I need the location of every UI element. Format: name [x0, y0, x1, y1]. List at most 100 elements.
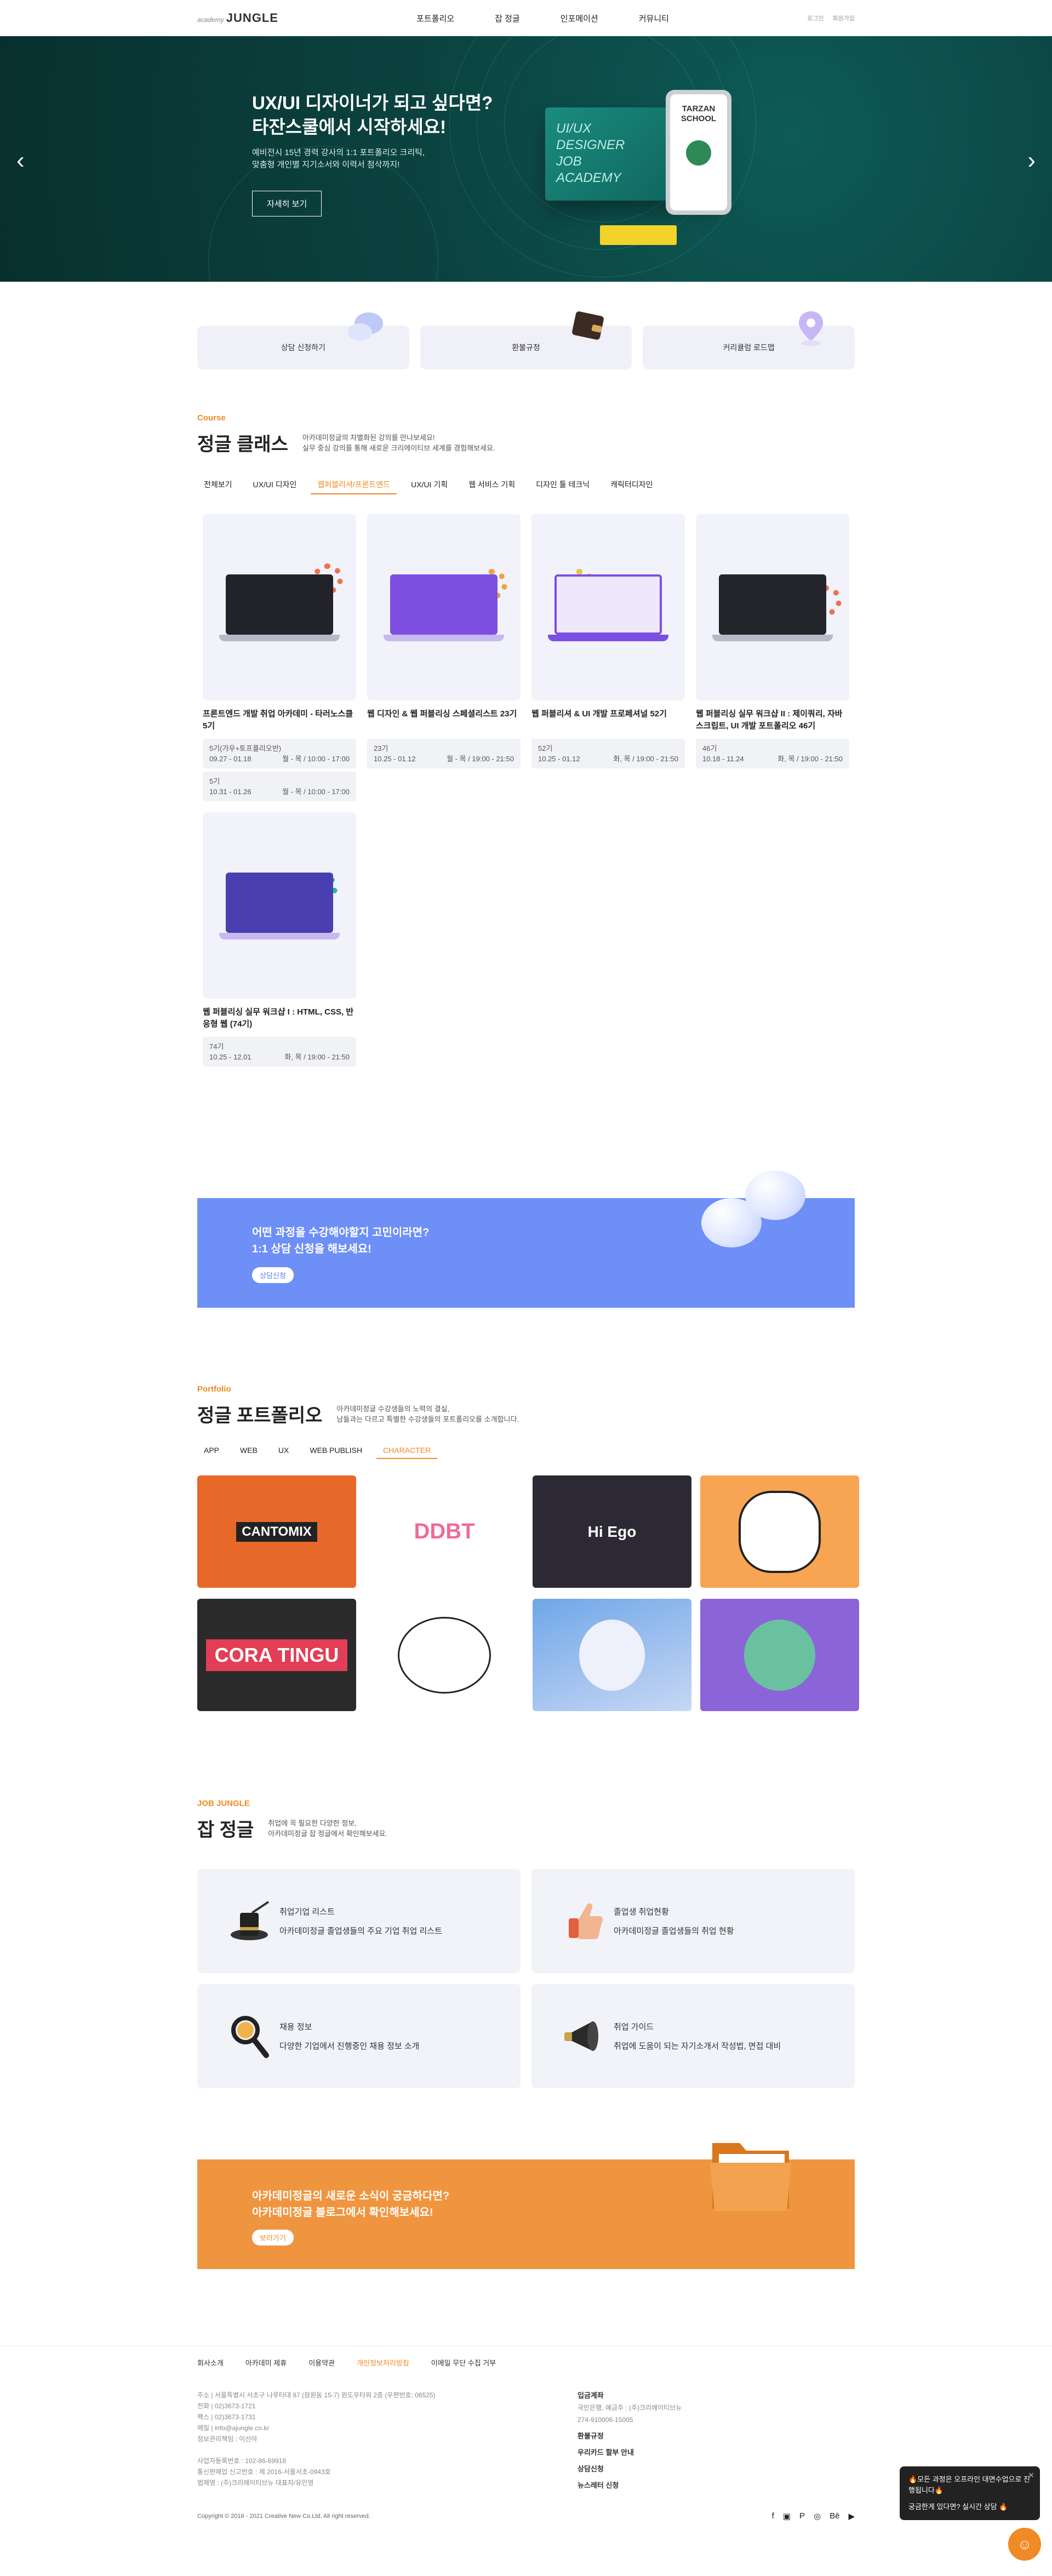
blog-go-button[interactable]: 보러가기 [252, 2230, 294, 2246]
footer-link-company[interactable]: 회사소개 [197, 2357, 224, 2368]
portfolio-item[interactable] [700, 1599, 859, 1711]
tab-web-publisher[interactable]: 웹퍼블리셔/프론트엔드 [311, 476, 397, 494]
tab-web[interactable]: WEB [233, 1443, 264, 1459]
tab-web-service[interactable]: 웹 서비스 기획 [462, 476, 522, 494]
schedule-date: 09.27 - 01.18 [209, 755, 251, 763]
job-card-title: 졸업생 취업현황 [614, 1907, 669, 1917]
tab-uxui-design[interactable]: UX/UI 디자인 [247, 476, 304, 494]
footer-link-partnership[interactable]: 아카데미 제휴 [245, 2357, 287, 2368]
tab-character[interactable]: CHARACTER [376, 1443, 438, 1459]
schedule-time: 화, 목 / 19:00 - 21:50 [284, 1053, 350, 1061]
schedule-label: 74기 [209, 1042, 224, 1051]
tab-all[interactable]: 전체보기 [197, 476, 239, 494]
nav-information[interactable]: 인포메이션 [561, 13, 598, 24]
hero-desc-2: 맞춤형 개인별 지기소서와 이력서 첨삭까지! [252, 160, 400, 169]
footer-refund-link[interactable]: 환불규정 [578, 2430, 682, 2442]
tab-character[interactable]: 캐릭터디자인 [604, 476, 659, 494]
course-schedule: 23기 10.25 - 01.12 월 - 목 / 19:00 - 21:50 [367, 739, 521, 768]
chat-launcher-icon[interactable]: ☺ [1008, 2528, 1041, 2561]
portfolio-item[interactable]: DDBT [365, 1475, 524, 1588]
close-icon[interactable]: ✕ [1028, 2470, 1034, 2481]
portfolio-item[interactable]: CANTOMIX [197, 1475, 356, 1588]
blog-banner: 아카데미정글의 새로운 소식이 궁금하다면? 아카데미정글 블로그에서 확인해보세… [197, 2143, 855, 2269]
tab-ux[interactable]: UX [272, 1443, 295, 1459]
laptop-base [384, 635, 504, 641]
course-thumbnail [203, 812, 356, 999]
nav-community[interactable]: 커뮤니티 [639, 13, 669, 24]
consult-button[interactable]: 상담 신청하기 [197, 312, 409, 369]
portfolio-tag: Portfolio [197, 1384, 231, 1394]
job-card-company-list[interactable]: 취업기업 리스트 아카데미정글 졸업생들의 주요 기업 취업 리스트 [197, 1869, 521, 1973]
schedule-label: 23기 [374, 744, 388, 753]
portfolio-item[interactable] [365, 1599, 524, 1711]
footer-link-email-refuse[interactable]: 이메일 무단 수집 거부 [431, 2357, 496, 2368]
laptop-base [712, 635, 833, 641]
footer-installment-link[interactable]: 우리카드 할부 안내 [578, 2447, 682, 2459]
course-schedule: 74기 10.25 - 12.01 화, 목 / 19:00 - 21:50 [203, 1037, 356, 1067]
logo[interactable]: academy JUNGLE [197, 11, 278, 25]
course-thumbnail [696, 514, 849, 700]
job-card-recruit-info[interactable]: 채용 정보 다양한 기업에서 진행중인 채용 정보 소개 [197, 1984, 521, 2088]
thumbs-up-icon [569, 1903, 603, 1939]
main-nav: 포트폴리오 잡 정글 인포메이션 커뮤니티 [416, 13, 669, 24]
course-title: 웹 퍼블리싱 실무 워크샵 II : 제이쿼리, 자바스크립트, UI 개발 포… [696, 709, 843, 731]
join-link[interactable]: 회원가입 [833, 14, 855, 22]
footer-newsletter-link[interactable]: 뉴스레터 신청 [578, 2480, 682, 2492]
footer-info: 주소 | 서울특별시 서초구 나루터대 87 (잠원동 15-7) 윈도우타워 … [197, 2390, 855, 2492]
footer-consult-link[interactable]: 상담신청 [578, 2463, 682, 2475]
wallet-icon [572, 311, 604, 340]
nav-portfolio[interactable]: 포트폴리오 [416, 13, 454, 24]
banner-orange-line1: 아카데미정글의 새로운 소식이 궁금하다면? [252, 2190, 450, 2202]
schedule-date: 10.31 - 01.26 [209, 788, 251, 796]
prev-arrow-icon[interactable]: ‹ [16, 149, 25, 173]
footer-link-privacy[interactable]: 개인정보처리방침 [357, 2357, 409, 2368]
info-line: 정보관리책임 : 이선아 [197, 2435, 258, 2443]
job-card-employment-status[interactable]: 졸업생 취업현황 아카데미정글 졸업생들의 취업 현황 [531, 1869, 855, 1973]
facebook-icon[interactable]: f [772, 2511, 774, 2521]
tab-app[interactable]: APP [197, 1443, 226, 1459]
tab-design-tool[interactable]: 디자인 툴 테크닉 [529, 476, 596, 494]
instagram-icon[interactable]: ◎ [814, 2511, 821, 2521]
youtube-icon[interactable]: ▶ [848, 2511, 855, 2521]
refund-button[interactable]: 환불규정 [420, 311, 632, 369]
schedule-label: 5기(가우+토프플리오반) [209, 744, 282, 753]
course-schedule: 5기 10.31 - 01.26 월 - 목 / 10:00 - 17:00 [203, 772, 356, 801]
tab-uxui-planning[interactable]: UX/UI 기획 [404, 476, 454, 494]
course-card[interactable]: 웹 퍼블리싱 실무 워크샵 I : HTML, CSS, 반응형 웹 (74기)… [203, 812, 356, 1067]
course-card[interactable]: 웹 퍼블리싱 실무 워크샵 II : 제이쿼리, 자바스크립트, UI 개발 포… [696, 514, 849, 801]
course-schedule: 5기(가우+토프플리오반) 09.27 - 01.18 월 - 목 / 10:00… [203, 739, 356, 768]
schedule-label: 5기 [209, 777, 220, 785]
character-illustration [744, 1619, 815, 1691]
behance-icon[interactable]: Bē [830, 2511, 839, 2521]
nav-job-jungle[interactable]: 잡 정글 [495, 13, 520, 24]
portfolio-section: Portfolio 정글 포트폴리오 아카데미정글 수강생들의 노력의 결실, … [197, 1384, 859, 1711]
laptop-base [548, 635, 668, 641]
job-card-title: 채용 정보 [279, 2022, 312, 2032]
portfolio-item[interactable]: Hi Ego [533, 1475, 691, 1588]
job-card-guide[interactable]: 취업 가이드 취업에 도움이 되는 자기소개서 작성법, 면접 대비 [531, 1984, 855, 2088]
login-link[interactable]: 로그인 [807, 14, 824, 22]
course-title: 웹 퍼블리셔 & UI 개발 프로페셔널 52기 [531, 709, 667, 719]
portfolio-desc: 아카데미정글 수강생들의 노력의 결실, 남들과는 다르고 특별한 수강생들의 … [336, 1404, 519, 1423]
next-arrow-icon[interactable]: › [1027, 149, 1036, 173]
job-card-desc: 아카데미정글 졸업생들의 주요 기업 취업 리스트 [279, 1927, 442, 1936]
footer-nav: 회사소개 아카데미 제휴 이용약관 개인정보처리방침 이메일 무단 수집 거부 [197, 2357, 855, 2368]
talk-icon[interactable]: ▣ [783, 2511, 791, 2521]
refund-label: 환불규정 [512, 343, 540, 352]
footer-link-terms[interactable]: 이용약관 [308, 2357, 335, 2368]
course-card[interactable]: 웹 디자인 & 웹 퍼블리싱 스페셜리스트 23기 23기 10.25 - 01… [367, 514, 521, 801]
consult-apply-button[interactable]: 상담신청 [252, 1267, 294, 1283]
course-card[interactable]: 웹 퍼블리셔 & UI 개발 프로페셔널 52기 52기 10.25 - 01.… [531, 514, 685, 801]
site-header: academy JUNGLE 포트폴리오 잡 정글 인포메이션 커뮤니티 로그인… [0, 0, 1052, 36]
hero-phone-text: TARZAN SCHOOL [681, 104, 717, 123]
tab-web-publish[interactable]: WEB PUBLISH [303, 1443, 369, 1459]
chat-popup[interactable]: ✕ 🔥모든 과정은 오프라인 대면수업으로 진행됩니다🔥 궁금한게 있다면? 실… [900, 2466, 1040, 2520]
pinterest-icon[interactable]: P [799, 2511, 805, 2521]
portfolio-item[interactable] [533, 1599, 691, 1711]
company-info: 주소 | 서울특별시 서초구 나루터대 87 (잠원동 15-7) 윈도우타워 … [197, 2390, 578, 2492]
hero-more-button[interactable]: 자세히 보기 [252, 191, 322, 216]
course-card[interactable]: 프론트엔드 개발 취업 아카데미 - 타러노스클 5기 5기(가우+토프플리오반… [203, 514, 356, 801]
roadmap-button[interactable]: 커리큘럼 로드맵 [643, 311, 855, 369]
portfolio-item[interactable] [700, 1475, 859, 1588]
portfolio-item[interactable]: CORA TINGU [197, 1599, 356, 1711]
